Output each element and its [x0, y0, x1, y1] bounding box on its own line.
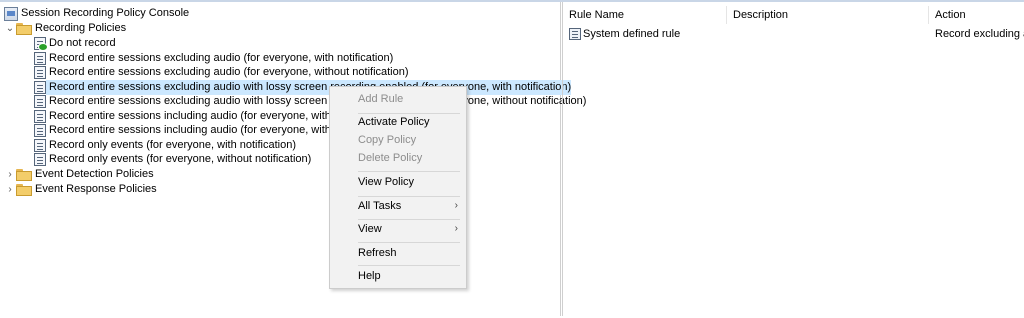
- context-menu[interactable]: Add Rule Activate Policy Copy Policy Del…: [329, 86, 467, 289]
- policy-item[interactable]: Record only events (for everyone, with n…: [34, 138, 296, 153]
- policy-label: Record entire sessions excluding audio w…: [46, 80, 572, 95]
- submenu-arrow-icon: ›: [454, 223, 458, 234]
- column-header-rule-name[interactable]: Rule Name: [563, 6, 727, 24]
- tree-item-event-response-policies[interactable]: › Event Response Policies: [4, 182, 157, 197]
- folder-icon: [16, 168, 32, 181]
- tree-item-label: Event Detection Policies: [35, 168, 154, 180]
- menu-item-view-policy[interactable]: View Policy: [330, 171, 466, 193]
- tree-item-label: Event Response Policies: [35, 183, 157, 195]
- rule-description-cell: [733, 26, 923, 42]
- menu-item-label: View: [358, 223, 382, 235]
- policy-label: Record only events (for everyone, with n…: [49, 139, 297, 151]
- policy-icon: [34, 81, 46, 94]
- chevron-right-icon[interactable]: ›: [4, 167, 16, 182]
- column-header-action[interactable]: Action: [929, 6, 1024, 24]
- policy-icon: [34, 110, 46, 123]
- policy-item[interactable]: Record entire sessions excluding audio (…: [34, 65, 409, 80]
- policy-item[interactable]: Record entire sessions excluding audio (…: [34, 51, 393, 66]
- list-header: Rule Name Description Action: [563, 6, 1024, 24]
- policy-item[interactable]: Do not record: [34, 36, 116, 51]
- rule-action-cell: Record excluding audio: [935, 28, 1024, 40]
- policy-label: Record only events (for everyone, withou…: [49, 153, 312, 165]
- tree-root-label: Session Recording Policy Console: [21, 7, 190, 19]
- menu-item-view[interactable]: View ›: [330, 218, 466, 240]
- tree-item-recording-policies[interactable]: ⌄ Recording Policies: [4, 21, 126, 36]
- policy-item-selected[interactable]: Record entire sessions excluding audio w…: [34, 80, 572, 95]
- menu-item-delete-policy[interactable]: Delete Policy: [330, 147, 466, 169]
- policy-icon: [34, 95, 46, 108]
- tree-pane[interactable]: Session Recording Policy Console ⌄ Recor…: [0, 2, 586, 316]
- rule-icon: [569, 28, 581, 40]
- policy-icon: [34, 52, 46, 65]
- active-policy-icon: [34, 37, 48, 51]
- tree-item-label: Recording Policies: [35, 22, 127, 34]
- policy-label: Do not record: [49, 37, 116, 49]
- chevron-down-icon[interactable]: ⌄: [4, 21, 16, 36]
- menu-item-add-rule[interactable]: Add Rule: [330, 88, 466, 110]
- policy-label: Record entire sessions excluding audio w…: [49, 95, 587, 107]
- menu-item-help[interactable]: Help: [330, 265, 466, 287]
- column-header-description[interactable]: Description: [727, 6, 929, 24]
- rule-name-cell: System defined rule: [583, 28, 681, 40]
- policy-icon: [34, 153, 46, 166]
- policy-icon: [34, 66, 46, 79]
- policy-label: Record entire sessions excluding audio (…: [49, 66, 409, 78]
- folder-icon: [16, 183, 32, 196]
- menu-item-all-tasks[interactable]: All Tasks ›: [330, 195, 466, 217]
- rule-row[interactable]: System defined rule Record excluding aud…: [563, 26, 1024, 42]
- policy-label: Record entire sessions excluding audio (…: [49, 52, 394, 64]
- rules-list-pane[interactable]: Rule Name Description Action System defi…: [562, 2, 1024, 316]
- policy-item[interactable]: Record only events (for everyone, withou…: [34, 152, 311, 167]
- folder-icon: [16, 22, 32, 35]
- tree-root[interactable]: Session Recording Policy Console: [4, 6, 189, 21]
- policy-icon: [34, 139, 46, 152]
- tree-item-event-detection-policies[interactable]: › Event Detection Policies: [4, 167, 154, 182]
- submenu-arrow-icon: ›: [454, 200, 458, 211]
- menu-item-label: All Tasks: [358, 200, 402, 212]
- policy-item[interactable]: Record entire sessions excluding audio w…: [34, 94, 586, 109]
- policy-icon: [34, 124, 46, 137]
- chevron-right-icon[interactable]: ›: [4, 182, 16, 197]
- console-icon: [4, 6, 18, 21]
- menu-item-refresh[interactable]: Refresh: [330, 242, 466, 264]
